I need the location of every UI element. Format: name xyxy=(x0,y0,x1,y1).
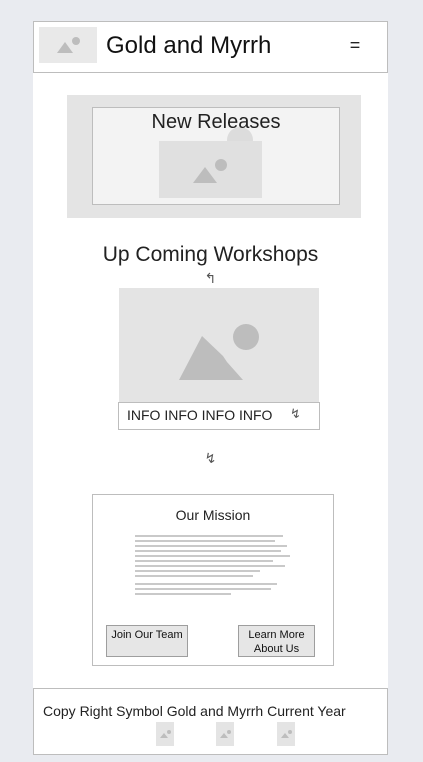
mission-title: Our Mission xyxy=(175,507,251,523)
image-icon xyxy=(281,730,292,738)
image-icon xyxy=(57,37,80,53)
learn-more-label-line1: Learn More xyxy=(248,629,305,641)
logo-image-placeholder[interactable] xyxy=(39,27,97,63)
mission-text-placeholder xyxy=(135,535,290,601)
image-icon xyxy=(179,324,259,380)
learn-more-label-line2: About Us xyxy=(253,643,300,655)
social-link-image-3[interactable] xyxy=(277,722,295,746)
arrow-down-icon: ↯ xyxy=(204,450,217,466)
image-icon xyxy=(160,730,171,738)
page-container: Gold and Myrrh = New Releases Up Coming … xyxy=(33,21,388,755)
image-icon xyxy=(220,730,231,738)
brand-name: Gold and Myrrh xyxy=(106,32,272,59)
lightning-icon: ↯ xyxy=(290,406,301,421)
workshops-title: Up Coming Workshops xyxy=(102,243,319,266)
social-link-image-1[interactable] xyxy=(156,722,174,746)
new-releases-title: New Releases xyxy=(151,111,281,133)
copyright-text: Copy Right Symbol Gold and Myrrh Current… xyxy=(43,703,346,719)
arrow-icon: ↰ xyxy=(204,270,217,286)
new-releases-image-placeholder xyxy=(159,141,262,198)
image-icon xyxy=(193,159,227,183)
join-our-team-button[interactable]: Join Our Team xyxy=(106,625,188,657)
hamburger-menu-icon[interactable]: = xyxy=(346,35,364,56)
footer xyxy=(33,688,388,755)
social-link-image-2[interactable] xyxy=(216,722,234,746)
learn-more-button[interactable]: Learn More About Us xyxy=(238,625,315,657)
workshop-image-placeholder[interactable] xyxy=(119,288,319,402)
